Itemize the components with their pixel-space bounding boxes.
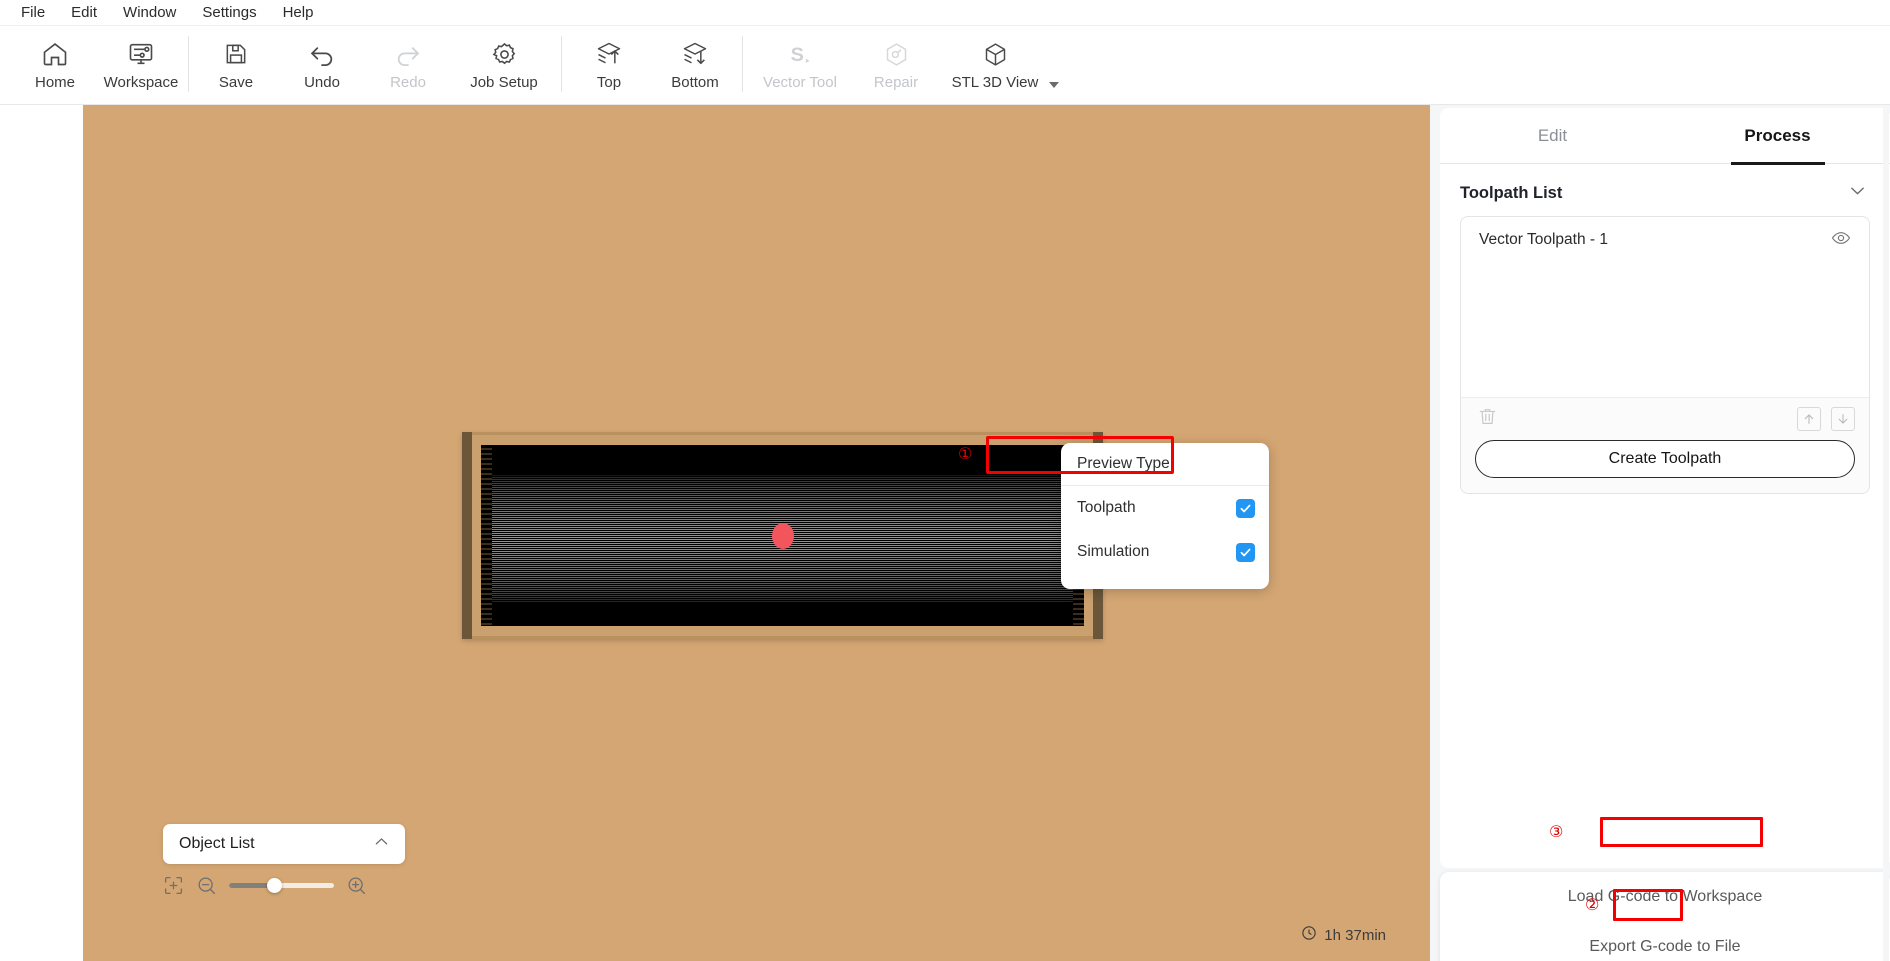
toolbar-label-repair: Repair [874,74,918,91]
repair-icon [883,38,910,70]
load-gcode-to-workspace-item[interactable]: Load G-code to Workspace [1440,872,1890,922]
toolbar-button-save[interactable]: Save [193,32,279,98]
trash-icon[interactable] [1477,406,1498,432]
toolbar-button-vector-tool: S Vector Tool [747,32,853,98]
toolbar-label-redo: Redo [390,74,426,91]
preview-option-toolpath[interactable]: Toolpath [1061,486,1269,530]
preview-option-simulation-label: Simulation [1077,543,1149,561]
preview-option-simulation[interactable]: Simulation [1061,530,1269,574]
process-panel-card: Edit Process Toolpath List Vector Toolpa… [1440,108,1890,868]
toolbar-separator-2 [561,36,562,92]
layers-down-icon [681,38,709,70]
menu-item-window[interactable]: Window [110,1,189,25]
tab-process[interactable]: Process [1665,108,1890,164]
toolpath-checkbox[interactable] [1236,499,1255,518]
toolbar-button-workspace[interactable]: Workspace [98,32,184,98]
zoom-out-icon[interactable] [196,875,217,896]
right-panel: Edit Process Toolpath List Vector Toolpa… [1430,105,1890,961]
toolbar-button-top[interactable]: Top [566,32,652,98]
toolbar-button-home[interactable]: Home [12,32,98,98]
menu-item-settings[interactable]: Settings [189,1,269,25]
home-icon [41,38,69,70]
simulation-checkbox[interactable] [1236,543,1255,562]
annotation-marker-3: ③ [1549,824,1563,840]
toolpath-list-title: Toolpath List [1460,184,1562,203]
preview-type-title: Preview Type [1061,443,1269,486]
toolbar-button-bottom[interactable]: Bottom [652,32,738,98]
toolbar-button-stl-3d-view[interactable]: STL 3D View [939,32,1051,98]
main-toolbar: Home Workspace Save [0,26,1890,105]
arrow-up-icon[interactable] [1797,407,1821,431]
toolbar-button-redo: Redo [365,32,451,98]
toolbar-label-top: Top [597,74,621,91]
workpiece-edge-left [481,445,492,626]
toolbar-button-repair: Repair [853,32,939,98]
fit-to-screen-icon[interactable] [163,875,184,896]
toolbar-label-workspace: Workspace [104,74,179,91]
clock-icon [1301,925,1317,945]
toolpath-list-footer: Create Toolpath [1461,397,1869,493]
menu-item-edit[interactable]: Edit [58,1,110,25]
estimated-time-badge: 1h 37min [1301,925,1386,945]
undo-icon [308,38,336,70]
zoom-controls [163,871,408,899]
viewport-area: 1h 37min Preview Type Toolpath Simulatio… [0,105,1430,961]
object-list-panel[interactable]: Object List [163,824,405,864]
toolbar-label-bottom: Bottom [671,74,719,91]
workpiece[interactable] [462,432,1103,639]
zoom-slider-handle[interactable] [267,878,282,893]
menu-item-help[interactable]: Help [270,1,327,25]
toolpath-list-item[interactable]: Vector Toolpath - 1 [1461,217,1869,263]
cube-icon [982,38,1009,70]
menu-item-file[interactable]: File [8,1,58,25]
chevron-down-icon[interactable] [1847,180,1868,206]
toolbar-label-vector-tool: Vector Tool [763,74,837,91]
redo-icon [394,38,422,70]
estimated-time-text: 1h 37min [1324,927,1386,944]
toolpath-list-actions [1461,398,1869,440]
export-gcode-to-file-item[interactable]: Export G-code to File [1440,922,1890,961]
toolbar-label-save: Save [219,74,253,91]
svg-text:S: S [791,44,804,66]
toolbar-separator [188,36,189,92]
preview-option-toolpath-label: Toolpath [1077,499,1136,517]
workpiece-side-left [462,432,472,639]
layers-up-icon [595,38,623,70]
workspace-icon [127,38,155,70]
preview-type-popup: Preview Type Toolpath Simulation [1061,443,1269,589]
eye-icon[interactable] [1831,228,1851,253]
toolbar-separator-3 [742,36,743,92]
object-list-label: Object List [179,835,255,853]
chevron-down-icon[interactable] [1049,82,1059,88]
toolbar-button-undo[interactable]: Undo [279,32,365,98]
toolpath-item-name: Vector Toolpath - 1 [1479,231,1608,249]
annotation-marker-1: ① [958,446,972,462]
toolbar-label-stl-3d-view: STL 3D View [952,74,1039,91]
zoom-slider[interactable] [229,875,334,895]
toolbar-button-job-setup[interactable]: Job Setup [451,32,557,98]
tab-edit[interactable]: Edit [1440,108,1665,164]
toolbar-label-undo: Undo [304,74,340,91]
annotation-marker-2: ② [1585,897,1599,913]
panel-tabs: Edit Process [1440,108,1890,164]
zoom-in-icon[interactable] [346,875,367,896]
arrow-down-icon[interactable] [1831,407,1855,431]
toolpath-move-buttons [1797,407,1855,431]
panel-scrollbar[interactable] [1883,105,1889,961]
origin-marker [772,523,794,549]
toolbar-label-job-setup: Job Setup [470,74,538,91]
gcode-menu-card: Load G-code to Workspace Export G-code t… [1440,872,1890,961]
save-icon [223,38,249,70]
gear-icon [491,38,518,70]
toolbar-label-home: Home [35,74,75,91]
menu-bar: File Edit Window Settings Help [0,0,1890,26]
create-toolpath-button[interactable]: Create Toolpath [1475,440,1855,478]
3d-canvas[interactable]: 1h 37min Preview Type Toolpath Simulatio… [83,105,1430,961]
chevron-up-icon[interactable] [372,832,391,856]
toolpath-list-box: Vector Toolpath - 1 [1460,216,1870,494]
vector-tool-icon: S [786,38,814,70]
workpiece-engraving-surface [481,445,1084,626]
toolpath-list-header[interactable]: Toolpath List [1440,170,1890,216]
